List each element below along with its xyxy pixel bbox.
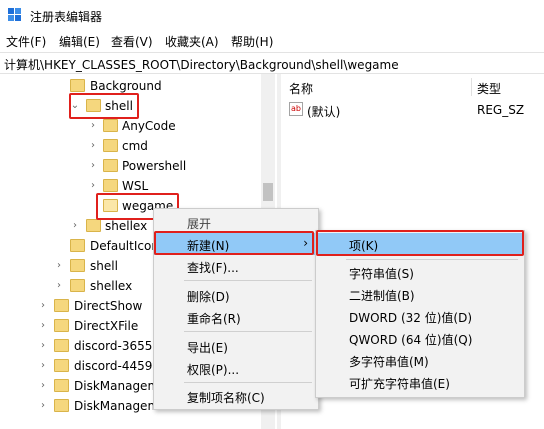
tree-item-anycode[interactable]: › AnyCode [0,116,260,136]
annotation-box-key [316,230,524,256]
submenu-item-qword-value[interactable]: QWORD (64 位)值(Q) [316,327,524,349]
address-bar[interactable]: 计算机\HKEY_CLASSES_ROOT\Directory\Backgrou… [0,52,544,74]
chevron-right-icon[interactable]: › [38,296,48,316]
folder-icon [103,179,118,192]
folder-icon [70,79,85,92]
tree-label: DirectXFile [74,319,139,333]
folder-icon [86,219,101,232]
window-title: 注册表编辑器 [30,10,103,24]
tree-label: shellex [90,279,133,293]
column-header-name[interactable]: 名称 [289,80,313,97]
tree-label: WSL [122,179,149,193]
folder-icon [54,359,69,372]
submenu-item-multi-string-value[interactable]: 多字符串值(M) [316,349,524,371]
tree-label: Background [90,79,162,93]
chevron-right-icon[interactable]: › [38,336,48,356]
title-bar: 注册表编辑器 [0,0,544,30]
submenu-item-dword-value[interactable]: DWORD (32 位)值(D) [316,305,524,327]
menu-item-rename[interactable]: 重命名(R) [154,306,318,328]
value-type[interactable]: REG_SZ [477,103,524,117]
tree-label: cmd [122,139,148,153]
submenu-item-string-value[interactable]: 字符串值(S) [316,261,524,283]
folder-icon [103,119,118,132]
folder-icon [54,399,69,412]
menu-favorites[interactable]: 收藏夹(A) [165,33,219,50]
folder-icon [70,239,85,252]
menu-item-permissions[interactable]: 权限(P)... [154,357,318,379]
folder-icon [70,259,85,272]
folder-icon [54,299,69,312]
chevron-right-icon[interactable]: › [88,116,98,136]
submenu-item-binary-value[interactable]: 二进制值(B) [316,283,524,305]
tree-label: Powershell [122,159,187,173]
address-path[interactable]: 计算机\HKEY_CLASSES_ROOT\Directory\Backgrou… [4,56,399,73]
chevron-right-icon[interactable]: › [70,216,80,236]
menu-separator [184,331,312,332]
menu-item-expand[interactable]: 展开 [154,211,318,233]
tree-label: AnyCode [122,119,176,133]
folder-icon [54,379,69,392]
menu-separator [184,382,312,383]
regedit-icon [8,8,21,21]
tree-scrollbar-thumb[interactable] [263,183,273,201]
tree-item-cmd[interactable]: › cmd [0,136,260,156]
folder-icon [103,159,118,172]
annotation-box-new [154,231,314,255]
chevron-right-icon[interactable]: › [54,256,64,276]
tree-label: shell [90,259,118,273]
menu-separator [184,280,312,281]
chevron-right-icon[interactable]: › [38,356,48,376]
menu-file[interactable]: 文件(F) [6,33,46,50]
string-value-icon: ab [289,102,303,116]
menu-view[interactable]: 查看(V) [111,33,153,50]
chevron-right-icon[interactable]: › [54,276,64,296]
chevron-right-icon[interactable]: › [88,136,98,156]
tree-item-powershell[interactable]: › Powershell [0,156,260,176]
menu-bar: 文件(F) 编辑(E) 查看(V) 收藏夹(A) 帮助(H) [0,31,544,51]
menu-item-copy-key-name[interactable]: 复制项名称(C) [154,385,318,407]
menu-item-delete[interactable]: 删除(D) [154,284,318,306]
chevron-right-icon[interactable]: › [38,376,48,396]
folder-icon [54,339,69,352]
folder-icon [70,279,85,292]
menu-separator [346,259,518,260]
folder-icon [103,139,118,152]
menu-help[interactable]: 帮助(H) [231,33,273,50]
chevron-right-icon[interactable]: › [38,316,48,336]
annotation-box-shell [69,93,139,119]
chevron-right-icon[interactable]: › [88,156,98,176]
tree-label: DefaultIcon [90,239,159,253]
menu-item-find[interactable]: 查找(F)... [154,255,318,277]
value-name[interactable]: (默认) [307,103,340,120]
folder-icon [54,319,69,332]
column-header-type[interactable]: 类型 [477,80,501,97]
tree-label: DirectShow [74,299,143,313]
tree-label: shellex [105,219,148,233]
submenu-item-expandable-string-value[interactable]: 可扩充字符串值(E) [316,371,524,393]
column-separator[interactable] [471,78,472,96]
menu-item-export[interactable]: 导出(E) [154,335,318,357]
menu-edit[interactable]: 编辑(E) [59,33,100,50]
chevron-right-icon[interactable]: › [38,396,48,416]
